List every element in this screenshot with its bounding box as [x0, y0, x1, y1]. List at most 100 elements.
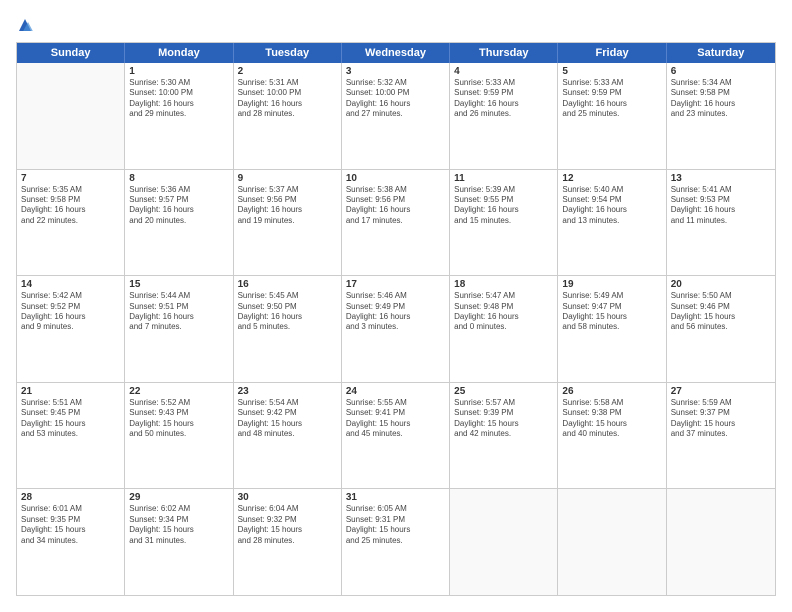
cell-info-line: Sunrise: 5:39 AM [454, 185, 553, 195]
cell-info-line: Sunrise: 5:34 AM [671, 78, 771, 88]
cell-info-line: Daylight: 16 hours [129, 312, 228, 322]
calendar-cell: 17Sunrise: 5:46 AMSunset: 9:49 PMDayligh… [342, 276, 450, 382]
cell-info-line: and 17 minutes. [346, 216, 445, 226]
calendar-cell: 11Sunrise: 5:39 AMSunset: 9:55 PMDayligh… [450, 170, 558, 276]
cell-info-line: and 13 minutes. [562, 216, 661, 226]
header-day-wednesday: Wednesday [342, 43, 450, 63]
cell-info-line: Sunrise: 5:54 AM [238, 398, 337, 408]
day-number: 30 [238, 492, 337, 503]
cell-info-line: Sunrise: 5:57 AM [454, 398, 553, 408]
cell-info-line: Sunrise: 6:04 AM [238, 504, 337, 514]
cell-info-line: Sunset: 10:00 PM [238, 88, 337, 98]
cell-info-line: Daylight: 16 hours [454, 312, 553, 322]
cell-info-line: Sunrise: 5:30 AM [129, 78, 228, 88]
page: SundayMondayTuesdayWednesdayThursdayFrid… [0, 0, 792, 612]
cell-info-line: and 9 minutes. [21, 322, 120, 332]
cell-info-line: and 58 minutes. [562, 322, 661, 332]
day-number: 2 [238, 66, 337, 77]
cell-info-line: Daylight: 15 hours [21, 419, 120, 429]
cell-info-line: Sunset: 9:31 PM [346, 515, 445, 525]
cell-info-line: Sunrise: 5:41 AM [671, 185, 771, 195]
calendar-cell: 8Sunrise: 5:36 AMSunset: 9:57 PMDaylight… [125, 170, 233, 276]
calendar-week-5: 28Sunrise: 6:01 AMSunset: 9:35 PM Dayligh… [17, 489, 775, 595]
calendar-week-3: 14Sunrise: 5:42 AMSunset: 9:52 PMDayligh… [17, 276, 775, 383]
cell-info-line: Sunset: 10:00 PM [129, 88, 228, 98]
day-number: 28 [21, 492, 120, 503]
day-number: 24 [346, 386, 445, 397]
day-number: 4 [454, 66, 553, 77]
day-number: 9 [238, 173, 337, 184]
day-number: 29 [129, 492, 228, 503]
cell-info-line: Daylight: 15 hours [238, 525, 337, 535]
calendar-cell: 4Sunrise: 5:33 AMSunset: 9:59 PMDaylight… [450, 63, 558, 169]
cell-info-line: and 34 minutes. [21, 536, 120, 546]
cell-info-line: and 37 minutes. [671, 429, 771, 439]
day-number: 18 [454, 279, 553, 290]
cell-info-line: and 22 minutes. [21, 216, 120, 226]
day-number: 7 [21, 173, 120, 184]
cell-info-line: Sunset: 9:54 PM [562, 195, 661, 205]
cell-info-line: Sunrise: 5:42 AM [21, 291, 120, 301]
calendar-cell [17, 63, 125, 169]
calendar-cell: 2Sunrise: 5:31 AMSunset: 10:00 PMDayligh… [234, 63, 342, 169]
calendar-cell [558, 489, 666, 595]
day-number: 23 [238, 386, 337, 397]
cell-info-line: Daylight: 16 hours [671, 205, 771, 215]
cell-info-line: and 26 minutes. [454, 109, 553, 119]
day-number: 10 [346, 173, 445, 184]
header-day-saturday: Saturday [667, 43, 775, 63]
day-number: 3 [346, 66, 445, 77]
cell-info-line: Sunrise: 5:52 AM [129, 398, 228, 408]
cell-info-line: Daylight: 16 hours [562, 205, 661, 215]
calendar-cell: 31Sunrise: 6:05 AMSunset: 9:31 PMDayligh… [342, 489, 450, 595]
cell-info-line: and 40 minutes. [562, 429, 661, 439]
cell-info-line: Daylight: 16 hours [238, 205, 337, 215]
cell-info-line: Sunrise: 5:59 AM [671, 398, 771, 408]
cell-info-line: Sunrise: 5:35 AM [21, 185, 120, 195]
cell-info-line: and 25 minutes. [562, 109, 661, 119]
calendar-body: 1Sunrise: 5:30 AMSunset: 10:00 PMDayligh… [17, 63, 775, 595]
cell-info-line: Sunset: 9:56 PM [238, 195, 337, 205]
cell-info-line: and 0 minutes. [454, 322, 553, 332]
cell-info-line: Sunset: 9:35 PM [21, 515, 120, 525]
cell-info-line: Daylight: 16 hours [21, 205, 120, 215]
day-number: 31 [346, 492, 445, 503]
day-number: 22 [129, 386, 228, 397]
cell-info-line: Sunset: 9:41 PM [346, 408, 445, 418]
cell-info-line: Sunrise: 5:33 AM [562, 78, 661, 88]
cell-info-line: Sunrise: 6:01 AM [21, 504, 120, 514]
cell-info-line: Sunrise: 5:33 AM [454, 78, 553, 88]
cell-info-line: and 42 minutes. [454, 429, 553, 439]
calendar-week-1: 1Sunrise: 5:30 AMSunset: 10:00 PMDayligh… [17, 63, 775, 170]
cell-info-line: and 25 minutes. [346, 536, 445, 546]
cell-info-line: and 29 minutes. [129, 109, 228, 119]
cell-info-line: and 15 minutes. [454, 216, 553, 226]
calendar-cell: 7Sunrise: 5:35 AMSunset: 9:58 PMDaylight… [17, 170, 125, 276]
cell-info-line: Sunset: 9:32 PM [238, 515, 337, 525]
cell-info-line: Sunrise: 5:49 AM [562, 291, 661, 301]
day-number: 15 [129, 279, 228, 290]
cell-info-line: Daylight: 16 hours [454, 205, 553, 215]
cell-info-line: Daylight: 16 hours [21, 312, 120, 322]
calendar-cell: 9Sunrise: 5:37 AMSunset: 9:56 PMDaylight… [234, 170, 342, 276]
cell-info-line: Sunrise: 5:38 AM [346, 185, 445, 195]
day-number: 5 [562, 66, 661, 77]
cell-info-line: Sunset: 9:37 PM [671, 408, 771, 418]
header-day-sunday: Sunday [17, 43, 125, 63]
cell-info-line: Daylight: 15 hours [671, 312, 771, 322]
header-day-tuesday: Tuesday [234, 43, 342, 63]
cell-info-line: Sunset: 9:59 PM [562, 88, 661, 98]
cell-info-line: Daylight: 15 hours [562, 419, 661, 429]
cell-info-line: Sunset: 9:51 PM [129, 302, 228, 312]
day-number: 11 [454, 173, 553, 184]
cell-info-line: and 28 minutes. [238, 536, 337, 546]
cell-info-line: Sunrise: 5:36 AM [129, 185, 228, 195]
cell-info-line: Daylight: 16 hours [346, 312, 445, 322]
cell-info-line: Sunset: 9:50 PM [238, 302, 337, 312]
cell-info-line: Sunrise: 5:37 AM [238, 185, 337, 195]
calendar-cell: 25Sunrise: 5:57 AMSunset: 9:39 PMDayligh… [450, 383, 558, 489]
calendar-cell: 27Sunrise: 5:59 AMSunset: 9:37 PMDayligh… [667, 383, 775, 489]
day-number: 12 [562, 173, 661, 184]
day-number: 19 [562, 279, 661, 290]
calendar-cell: 14Sunrise: 5:42 AMSunset: 9:52 PMDayligh… [17, 276, 125, 382]
